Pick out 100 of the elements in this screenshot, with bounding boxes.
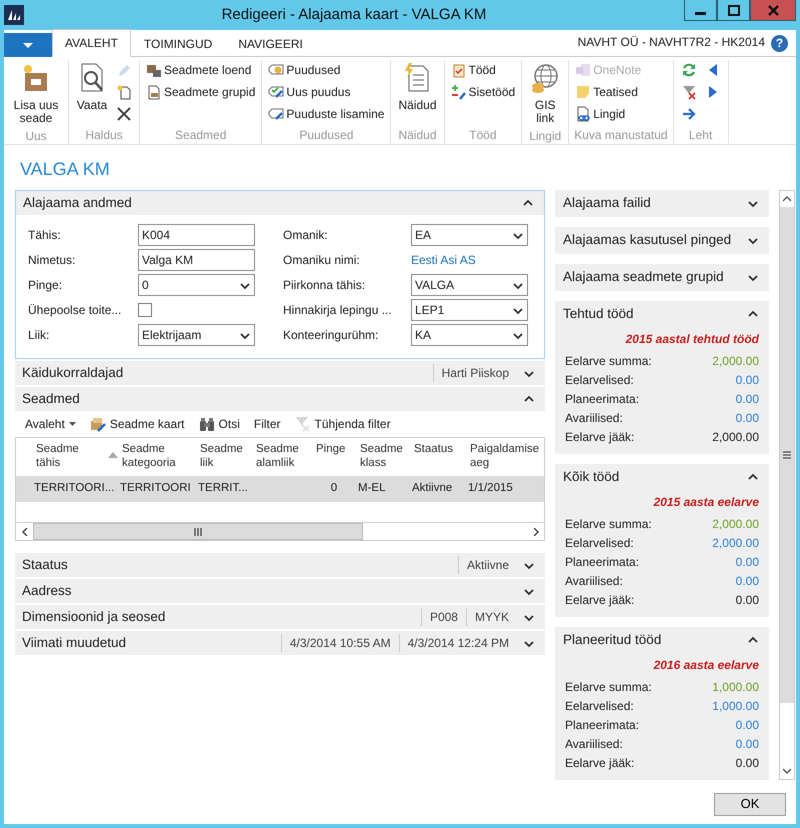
factbox-value[interactable]: 0.00 [736, 552, 759, 570]
column-header[interactable]: Seadme klass [358, 442, 412, 470]
factbox-title[interactable]: Kõik tööd [563, 467, 620, 488]
fasttab-header[interactable]: Alajaama andmed [16, 191, 544, 215]
scrollbar-thumb[interactable] [780, 207, 794, 703]
ribbon-button[interactable]: Tööd [450, 60, 516, 79]
maximize-button[interactable] [717, 0, 750, 21]
field-label: Ühepoolse toite... [28, 302, 122, 319]
factbox-label: Planeerimata: [565, 716, 640, 734]
checkbox[interactable] [138, 303, 152, 317]
help-icon[interactable]: ? [771, 35, 788, 52]
horizontal-scrollbar[interactable] [16, 522, 544, 540]
chevron-up-icon[interactable] [523, 394, 535, 404]
fasttab-title: Seadmed [22, 390, 80, 408]
field-label: Omanik: [283, 227, 329, 244]
factbox-value[interactable]: 0.00 [736, 408, 759, 426]
owner-link[interactable]: Eesti Asi AS [411, 251, 476, 269]
dropdown-field[interactable]: 0 [138, 274, 255, 296]
ribbon-button[interactable]: Sisetööd [450, 82, 516, 101]
table-row[interactable]: TERRITOORI... TERRITOORI TERRIT... 0 M-EL Aktiivne 1/1/2015 [16, 476, 544, 502]
factbox-title[interactable]: Alajaamas kasutusel pinged [563, 230, 732, 251]
input-field[interactable]: Valga KM [138, 249, 255, 271]
column-header[interactable]: Seadme alamliik [254, 442, 314, 470]
vertical-scrollbar[interactable] [779, 190, 795, 780]
ribbon-button[interactable]: Teatised [574, 82, 642, 101]
factbox-title[interactable]: Alajaama failid [563, 193, 651, 214]
factbox-value[interactable]: 0.00 [736, 370, 759, 388]
ribbon-tab[interactable]: AVALEHT [52, 29, 131, 57]
column-header[interactable]: Pinge [314, 442, 358, 456]
scrollbar-thumb[interactable] [33, 523, 363, 540]
summary-value: P008 [420, 608, 466, 626]
factbox-value[interactable]: 0.00 [736, 716, 759, 734]
card-pencil-icon [90, 416, 106, 432]
table-cell-text: TERRITOORI... [33, 481, 116, 496]
binoculars-icon [198, 416, 215, 432]
factbox-title[interactable]: Planeeritud tööd [563, 630, 662, 651]
toolbar-button[interactable]: Seadme kaart [90, 415, 185, 433]
ribbon-group-label: Haldus [84, 127, 124, 144]
factbox-value[interactable]: 0.00 [736, 572, 759, 590]
ribbon-button[interactable]: GIS link [527, 60, 564, 127]
fasttab-header[interactable]: Viimati muudetud 4/3/2014 10:55 AM 4/3/2014 12:24 PM [15, 631, 545, 655]
factbox-value[interactable]: 0.00 [736, 390, 759, 408]
document-icon [146, 84, 162, 100]
ribbon-button[interactable]: Uus puudus [267, 82, 386, 101]
factbox-label: Avariilised: [565, 572, 624, 590]
fasttab-title: Alajaama andmed [23, 194, 132, 212]
table-cell-text: TERRIT... [197, 481, 249, 496]
toolbar-button[interactable]: Otsi [198, 415, 240, 433]
factbox-value: 2,000.00 [712, 428, 759, 446]
summary-value: 4/3/2014 10:55 AM [280, 634, 399, 652]
factbox-value[interactable]: 2,000.00 [712, 534, 759, 552]
maximize-icon [728, 4, 740, 16]
new-document-icon [116, 84, 132, 100]
caret-icon [68, 422, 76, 426]
dropdown-field[interactable]: KA [411, 324, 528, 346]
fasttab-header[interactable]: Käidukorraldajad Harti Piiskop [15, 361, 545, 385]
factbox-value[interactable]: 0.00 [736, 734, 759, 752]
ok-button[interactable]: OK [714, 792, 786, 816]
chevron-up-icon[interactable] [522, 198, 534, 208]
column-header[interactable]: Staatus [412, 442, 468, 456]
ribbon-button[interactable]: Puudused [267, 60, 386, 79]
dropdown-field[interactable]: Elektrijaam [138, 324, 255, 346]
fasttab-header[interactable]: Dimensioonid ja seosed P008 MYYK [15, 605, 545, 629]
fasttab-title: Viimati muudetud [22, 634, 126, 652]
chevron-right-icon [532, 528, 538, 536]
ribbon-button[interactable]: Puuduste lisamine [267, 104, 386, 123]
ribbon-tab[interactable]: NAVIGEERI [225, 30, 316, 57]
minimize-button[interactable] [684, 0, 717, 21]
ribbon-button[interactable]: Näidud [396, 60, 438, 114]
ribbon-button[interactable]: Vaata [74, 60, 110, 114]
ribbon-tab[interactable]: TOIMINGUD [130, 30, 226, 57]
ribbon-button[interactable]: Lisa uus seade [9, 60, 63, 127]
dropdown-field[interactable]: EA [411, 224, 528, 246]
delete-icon [116, 106, 132, 122]
column-header[interactable]: Seadme liik [198, 442, 254, 470]
column-header[interactable]: Seadme tähis [34, 442, 120, 470]
plus-minus-pencil-icon [450, 84, 466, 100]
ribbon-button[interactable]: Seadmete loend [145, 60, 256, 79]
factbox-title[interactable]: Alajaama seadmete grupid [563, 267, 724, 288]
fasttab-header[interactable]: Aadress [15, 579, 545, 603]
close-button[interactable] [750, 0, 796, 21]
toolbar-button[interactable]: Filter [254, 415, 281, 433]
factbox-value: 0.00 [736, 592, 759, 608]
chevron-down-icon [783, 768, 791, 774]
fasttab-header[interactable]: Seadmed [15, 387, 545, 411]
menu-button[interactable]: Avaleht [25, 415, 76, 433]
ribbon-button[interactable]: Lingid [574, 104, 642, 123]
column-header[interactable]: Paigaldamise aeg [468, 442, 544, 470]
factbox-label: Eelarve jääk: [565, 428, 636, 446]
fasttab-header[interactable]: Staatus Aktiivne [15, 553, 545, 577]
input-field[interactable]: K004 [138, 224, 255, 246]
factbox-value[interactable]: 1,000.00 [712, 696, 759, 714]
column-header[interactable]: Seadme kategooria [120, 442, 198, 470]
factbox-title[interactable]: Tehtud tööd [563, 304, 634, 325]
ribbon-group-label: Uus [24, 128, 48, 145]
ribbon-button[interactable]: Seadmete grupid [145, 82, 256, 101]
dropdown-field[interactable]: LEP1 [411, 299, 528, 321]
field-label: Hinnakirja lepingu ... [283, 302, 393, 319]
dropdown-field[interactable]: VALGA [411, 274, 528, 296]
table-cell-text: 1/1/2015 [467, 481, 514, 496]
